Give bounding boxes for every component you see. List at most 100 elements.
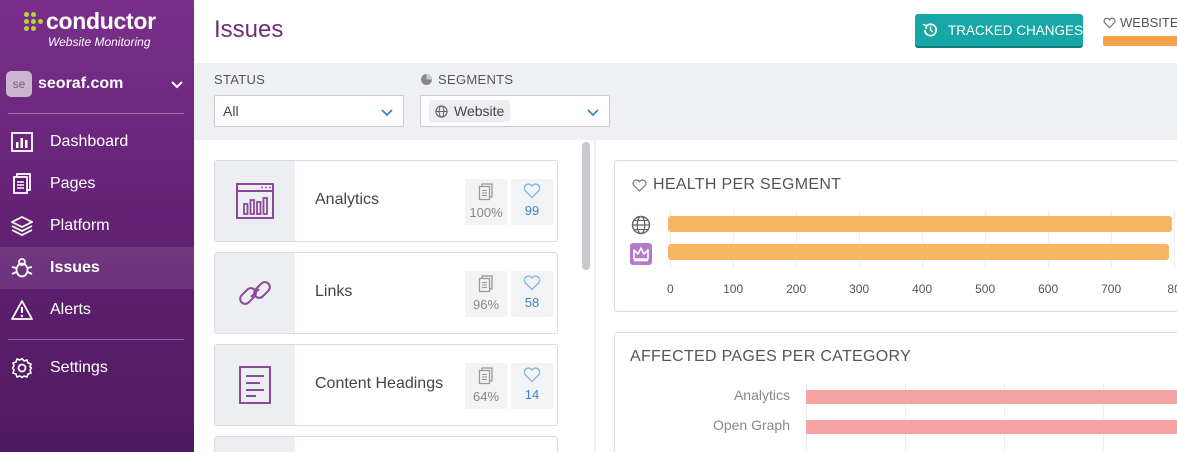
health-per-segment-title: HEALTH PER SEGMENT bbox=[632, 176, 841, 194]
site-selector[interactable]: se seoraf.com bbox=[6, 70, 188, 98]
category-card-partial[interactable] bbox=[214, 436, 558, 452]
website-health-tab[interactable]: WEBSITE bbox=[1103, 15, 1177, 30]
sidebar-item-pages[interactable]: Pages bbox=[0, 163, 194, 205]
analytics-icon bbox=[215, 161, 295, 241]
affected-pages-bar[interactable] bbox=[806, 420, 1177, 434]
sidebar-item-label: Alerts bbox=[50, 301, 91, 318]
website-health-bar bbox=[1103, 36, 1177, 46]
globe-icon bbox=[630, 214, 652, 236]
health-stat: 99 bbox=[511, 179, 553, 225]
status-select-value: All bbox=[223, 103, 239, 119]
page-header: Issues TRACKED CHANGES WEBSITE bbox=[194, 0, 1177, 63]
x-tick-label: 300 bbox=[849, 282, 870, 296]
category-name: Content Headings bbox=[315, 375, 444, 392]
sidebar-item-label: Issues bbox=[50, 259, 100, 276]
sidebar-divider bbox=[8, 113, 184, 114]
pages-percent-value: 100% bbox=[469, 205, 503, 220]
health-bar[interactable] bbox=[668, 244, 1169, 260]
x-tick-label: 600 bbox=[1038, 282, 1059, 296]
category-icon-placeholder bbox=[215, 437, 295, 452]
x-tick-label: 80 bbox=[1167, 282, 1177, 296]
pages-percent-value: 64% bbox=[472, 389, 500, 404]
status-select[interactable]: All bbox=[214, 95, 404, 127]
history-icon bbox=[922, 23, 938, 37]
health-bar[interactable] bbox=[668, 216, 1172, 232]
sidebar-item-dashboard[interactable]: Dashboard bbox=[0, 121, 194, 163]
chart-gridline bbox=[1174, 210, 1175, 268]
x-tick-label: 500 bbox=[975, 282, 996, 296]
site-name: seoraf.com bbox=[38, 75, 124, 92]
dashboard-icon bbox=[10, 130, 34, 154]
sidebar-divider bbox=[8, 339, 184, 340]
heart-icon bbox=[1103, 17, 1116, 28]
health-value: 99 bbox=[524, 203, 540, 218]
website-tab-label: WEBSITE bbox=[1120, 15, 1177, 30]
sidebar-item-alerts[interactable]: Alerts bbox=[0, 289, 194, 331]
gear-icon bbox=[10, 356, 34, 380]
sidebar-item-label: Settings bbox=[50, 359, 108, 376]
x-tick-label: 400 bbox=[912, 282, 933, 296]
logo-wordmark: conductor bbox=[46, 8, 156, 34]
heart-icon bbox=[523, 183, 541, 199]
heart-icon bbox=[632, 178, 647, 192]
crown-icon bbox=[630, 243, 652, 265]
status-filter-label: STATUS bbox=[214, 72, 266, 87]
chevron-down-icon bbox=[171, 81, 183, 89]
segment-chip: Website bbox=[429, 100, 511, 122]
list-scrollbar-thumb[interactable] bbox=[582, 142, 590, 270]
pages-percent-stat: 64% bbox=[465, 363, 507, 409]
alert-icon bbox=[10, 298, 34, 322]
heart-icon bbox=[523, 367, 541, 383]
category-name: Analytics bbox=[315, 191, 380, 208]
chevron-down-icon bbox=[587, 109, 599, 117]
sidebar-item-issues[interactable]: Issues bbox=[0, 247, 194, 289]
sidebar-item-settings[interactable]: Settings bbox=[0, 347, 194, 389]
health-value: 58 bbox=[524, 295, 540, 310]
x-tick-label: 700 bbox=[1101, 282, 1122, 296]
pages-icon bbox=[10, 172, 34, 196]
sidebar-item-label: Dashboard bbox=[50, 133, 129, 150]
platform-icon bbox=[10, 214, 34, 238]
conductor-logo[interactable]: conductor Website Monitoring bbox=[24, 8, 184, 54]
globe-icon bbox=[435, 104, 448, 118]
bug-icon bbox=[10, 256, 34, 280]
category-axis-label: Open Graph bbox=[712, 417, 790, 433]
x-tick-label: 200 bbox=[786, 282, 807, 296]
pages-percent-stat: 100% bbox=[465, 179, 507, 225]
affected-pages-title: AFFECTED PAGES PER CATEGORY bbox=[630, 348, 912, 365]
heart-icon bbox=[523, 275, 541, 291]
pages-percent-value: 96% bbox=[472, 297, 500, 312]
segments-select[interactable]: Website bbox=[420, 95, 610, 127]
category-axis-label: Analytics bbox=[733, 387, 790, 403]
category-name: Links bbox=[315, 283, 353, 300]
link-icon bbox=[215, 253, 295, 333]
chevron-down-icon bbox=[381, 109, 393, 117]
tracked-changes-button[interactable]: TRACKED CHANGES bbox=[915, 14, 1083, 46]
x-tick-label: 100 bbox=[723, 282, 744, 296]
tracked-changes-label: TRACKED CHANGES bbox=[947, 22, 1083, 38]
x-tick-label: 0 bbox=[667, 282, 674, 296]
pages-icon bbox=[478, 367, 493, 385]
pages-percent-stat: 96% bbox=[465, 271, 507, 317]
sidebar-item-label: Platform bbox=[50, 217, 110, 234]
sidebar-item-platform[interactable]: Platform bbox=[0, 205, 194, 247]
affected-pages-bar[interactable] bbox=[806, 390, 1177, 404]
health-stat: 14 bbox=[511, 363, 553, 409]
pie-chart-icon bbox=[421, 74, 432, 85]
segments-filter-label: SEGMENTS bbox=[420, 72, 513, 87]
logo-subtitle: Website Monitoring bbox=[48, 35, 151, 49]
sidebar: conductor Website Monitoring se seoraf.c… bbox=[0, 0, 194, 452]
category-card-links[interactable]: Links 96% 58 bbox=[214, 252, 558, 334]
health-value: 14 bbox=[524, 387, 540, 402]
logo-dots-icon bbox=[24, 12, 43, 31]
sidebar-item-label: Pages bbox=[50, 175, 96, 192]
category-card-analytics[interactable]: Analytics 100% 99 bbox=[214, 160, 558, 242]
site-avatar: se bbox=[6, 71, 32, 97]
pages-icon bbox=[478, 275, 493, 293]
health-stat: 58 bbox=[511, 271, 553, 317]
category-card-content-headings[interactable]: Content Headings 64% 14 bbox=[214, 344, 558, 426]
page-title: Issues bbox=[214, 16, 284, 43]
pages-icon bbox=[478, 183, 493, 201]
document-icon bbox=[215, 345, 295, 425]
segment-chip-label: Website bbox=[454, 103, 505, 119]
